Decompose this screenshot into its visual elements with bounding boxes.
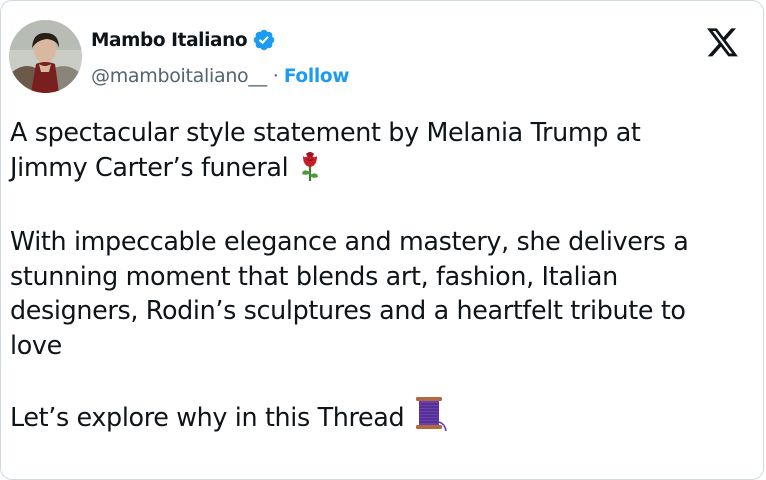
avatar-image xyxy=(9,20,82,93)
text-line: Let’s explore why in this Thread xyxy=(10,402,405,432)
tweet-paragraph-1: A spectacular style statement by Melania… xyxy=(10,115,750,190)
rose-icon xyxy=(298,150,322,191)
text-line: With impeccable elegance and mastery, sh… xyxy=(10,226,689,256)
verified-badge-icon[interactable] xyxy=(252,28,276,52)
tweet-paragraph-2: With impeccable elegance and mastery, sh… xyxy=(10,224,750,362)
text-line: designers, Rodin’s sculptures and a hear… xyxy=(10,295,686,325)
author-handle[interactable]: @mamboitaliano__ xyxy=(91,65,267,87)
text-line: love xyxy=(10,329,62,360)
text-line-with-emoji: Jimmy Carter’s funeral xyxy=(10,150,750,191)
tweet-paragraph-3: Let’s explore why in this Thread xyxy=(10,396,750,441)
avatar[interactable] xyxy=(9,20,82,93)
handle-row: @mamboitaliano__ · Follow xyxy=(91,63,349,89)
tweet-card[interactable]: Mambo Italiano @mamboitaliano__ · Follow xyxy=(0,0,764,480)
thread-spool-icon xyxy=(414,396,448,441)
author-info: Mambo Italiano @mamboitaliano__ · Follow xyxy=(91,27,349,89)
x-logo-icon[interactable] xyxy=(707,28,739,58)
follow-button[interactable]: Follow xyxy=(284,66,350,87)
text-line: stunning moment that blends art, fashion… xyxy=(10,260,618,291)
display-name-row: Mambo Italiano xyxy=(91,27,349,53)
display-name[interactable]: Mambo Italiano xyxy=(91,30,248,51)
separator-dot: · xyxy=(272,65,279,87)
tweet-text: A spectacular style statement by Melania… xyxy=(10,115,750,475)
text-line: Jimmy Carter’s funeral xyxy=(10,151,289,182)
tweet-header: Mambo Italiano @mamboitaliano__ · Follow xyxy=(9,17,763,97)
text-line: A spectacular style statement by Melania… xyxy=(10,117,641,147)
text-line-with-emoji: Let’s explore why in this Thread xyxy=(10,396,750,441)
